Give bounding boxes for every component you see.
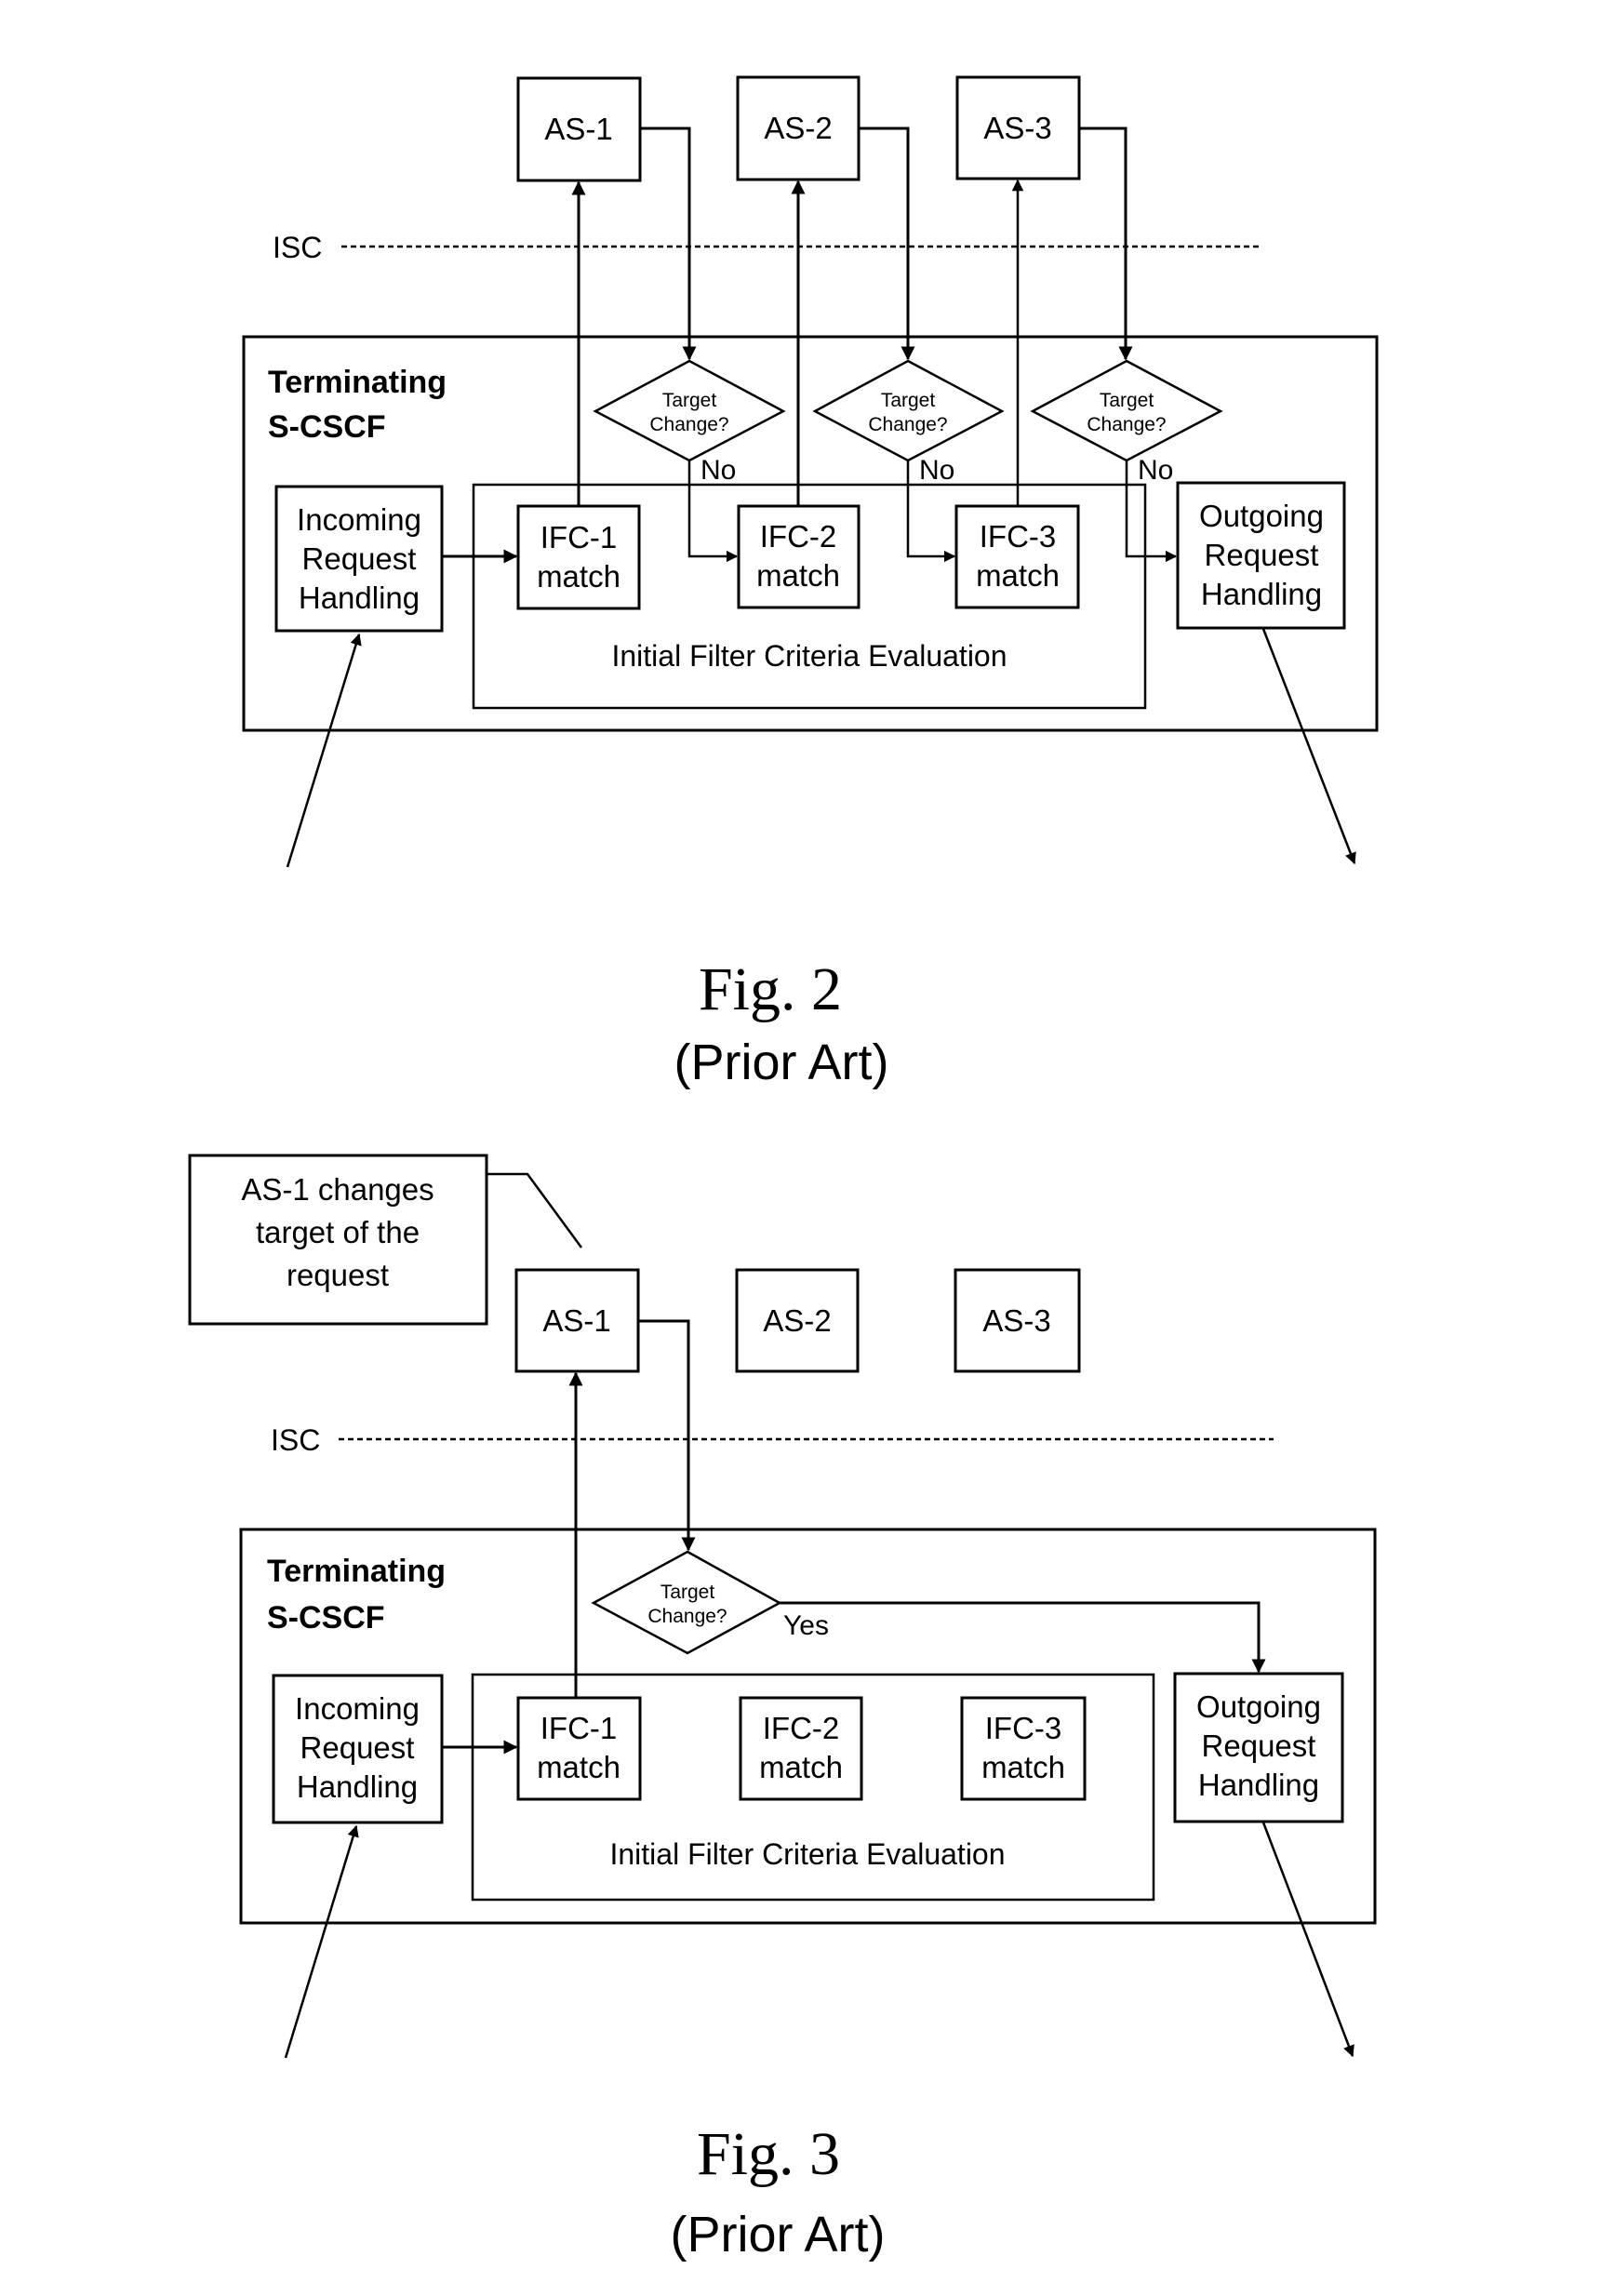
ifc-1-box: IFC-1 match (516, 504, 641, 610)
callout-line3: request (287, 1258, 389, 1292)
incoming-request-handling-box: Incoming Request Handling (274, 485, 444, 633)
figure-2-caption: Fig. 2 (699, 955, 842, 1023)
container-label-line1: Terminating (268, 365, 447, 400)
as-1-label: AS-1 (544, 112, 612, 146)
ifc-3-box: IFC-3 match (954, 504, 1080, 609)
callout-leader-line (487, 1172, 583, 1248)
as-2-box: AS-2 (735, 1268, 860, 1373)
ifc-2-box: IFC-2 match (739, 1696, 863, 1801)
decision-1-branch-label: No (700, 455, 736, 486)
decision-3-line1: Target (1100, 390, 1154, 411)
callout-line2: target of the (256, 1215, 420, 1249)
decision-1-line1: Target (662, 390, 717, 411)
ifc-2-line1: IFC-2 (763, 1711, 840, 1745)
outgoing-request-handling-box: Outgoing Request Handling (1173, 1672, 1344, 1823)
decision-1-line2: Change? (649, 414, 728, 435)
ifc-2-line2: match (759, 1750, 843, 1784)
ifc-3-box: IFC-3 match (960, 1696, 1087, 1801)
outgoing-line1: Outgoing (1196, 1689, 1321, 1724)
incoming-line3: Handling (299, 581, 420, 615)
as-2-box: AS-2 (736, 75, 861, 181)
isc-label: ISC (271, 1423, 320, 1457)
patent-drawing-sheet: AS-1 AS-2 AS-3 ISC Terminating S-CSCF In… (188, 75, 1379, 2263)
ifc-2-box: IFC-2 match (737, 504, 861, 609)
outgoing-line3: Handling (1201, 577, 1322, 611)
ifc-3-line2: match (976, 558, 1060, 593)
container-label-line2: S-CSCF (267, 1600, 385, 1635)
as-2-to-decision-2-arrow (859, 127, 915, 361)
decision-2-branch-label: No (919, 455, 954, 486)
decision-3-line2: Change? (1087, 414, 1166, 435)
as-3-box: AS-3 (954, 1268, 1081, 1373)
outgoing-line2: Request (1202, 1729, 1316, 1763)
incoming-line2: Request (302, 541, 417, 576)
outgoing-line3: Handling (1198, 1768, 1319, 1802)
callout-line1: AS-1 changes (241, 1172, 434, 1207)
as-3-to-decision-3-arrow (1079, 127, 1133, 361)
outgoing-request-handling-box: Outgoing Request Handling (1176, 481, 1346, 630)
as-1-label: AS-1 (542, 1303, 610, 1338)
figure-2: AS-1 AS-2 AS-3 ISC Terminating S-CSCF In… (242, 75, 1379, 1090)
as-1-to-decision-1-arrow (638, 1319, 696, 1552)
incoming-line3: Handling (297, 1769, 418, 1804)
as-1-box: AS-1 (516, 76, 642, 182)
ifc-evaluation-label: Initial Filter Criteria Evaluation (609, 1837, 1005, 1871)
isc-label: ISC (273, 231, 322, 264)
container-label-line2: S-CSCF (268, 409, 386, 445)
figure-3-caption: Fig. 3 (697, 2120, 840, 2188)
ifc-3-line1: IFC-3 (985, 1711, 1062, 1745)
callout-box: AS-1 changes target of the request (188, 1154, 488, 1326)
decision-3-branch-label: No (1138, 455, 1173, 486)
ifc-1-line2: match (537, 1750, 620, 1784)
ifc-1-box: IFC-1 match (516, 1696, 642, 1801)
figure-2-subcaption: (Prior Art) (674, 1035, 888, 1090)
as-3-label: AS-3 (983, 111, 1051, 145)
decision-1-branch-label: Yes (783, 1610, 829, 1641)
decision-1-line1: Target (660, 1582, 715, 1603)
ifc-2-line1: IFC-2 (760, 519, 837, 554)
ifc-1-line1: IFC-1 (540, 520, 618, 554)
ifc-1-line1: IFC-1 (540, 1711, 618, 1745)
as-2-label: AS-2 (763, 1303, 831, 1338)
outgoing-line2: Request (1205, 538, 1319, 572)
as-3-label: AS-3 (982, 1303, 1050, 1338)
container-label-line1: Terminating (267, 1554, 446, 1589)
decision-2-line2: Change? (868, 414, 947, 435)
ifc-1-line2: match (537, 559, 620, 594)
incoming-line1: Incoming (297, 502, 421, 537)
figure-3: AS-1 changes target of the request AS-1 … (188, 1154, 1377, 2263)
incoming-line2: Request (300, 1730, 415, 1765)
incoming-request-handling-box: Incoming Request Handling (272, 1674, 444, 1824)
as-1-box: AS-1 (514, 1268, 640, 1373)
ifc-3-line2: match (981, 1750, 1065, 1784)
outgoing-line1: Outgoing (1199, 499, 1324, 533)
figure-3-subcaption: (Prior Art) (670, 2207, 885, 2263)
ifc-3-line1: IFC-3 (980, 519, 1057, 554)
ifc-evaluation-label: Initial Filter Criteria Evaluation (611, 639, 1007, 673)
ifc-2-line2: match (756, 558, 840, 593)
decision-2-line1: Target (881, 390, 936, 411)
as-2-label: AS-2 (764, 111, 832, 145)
as-3-box: AS-3 (955, 75, 1081, 180)
decision-1-line2: Change? (647, 1606, 727, 1627)
as-1-to-decision-1-arrow (640, 127, 697, 361)
incoming-line1: Incoming (295, 1691, 420, 1726)
